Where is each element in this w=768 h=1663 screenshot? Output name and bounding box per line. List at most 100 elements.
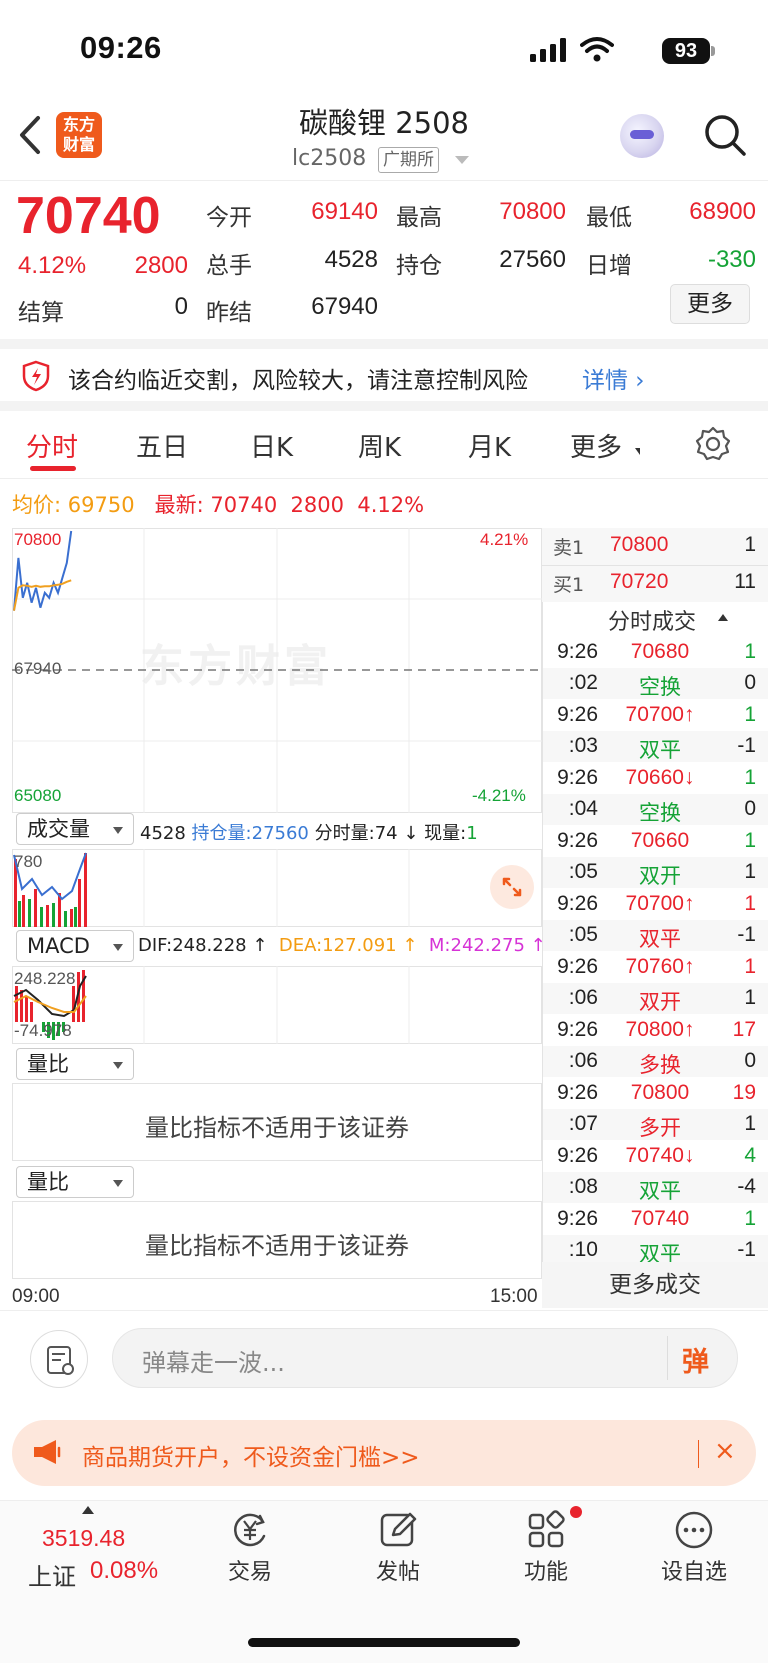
tick-time: 9:26 [557,1018,598,1041]
battery-indicator: 93 [662,38,710,64]
tab-more[interactable]: 更多 [570,427,622,464]
tick-price: 70700↑ [625,892,695,915]
tick-time: 9:26 [557,703,598,726]
settle-value: 0 [174,293,188,320]
expand-icon [502,877,522,897]
status-time: 09:26 [80,30,162,65]
nav-post[interactable]: 发帖 [358,1510,438,1586]
shield-warning-icon [22,360,50,392]
wifi-icon [580,37,614,62]
tick-seconds: :10 [568,1238,598,1261]
tick-price: 70800↑ [625,1018,695,1041]
open-interest-label: 持仓 [396,253,442,279]
index-change-pct[interactable]: 0.08% [90,1557,158,1585]
tick-seconds: :06 [568,1049,598,1072]
order-book-divider [542,565,768,566]
last-change: 2800 [290,493,344,517]
index-value[interactable]: 3519.48 [42,1525,125,1552]
y-axis-high: 70800 [14,530,62,549]
tab-daily-k[interactable]: 日K [250,427,293,464]
bid1-price: 70720 [610,570,669,593]
tick-volume: 19 [732,1081,756,1104]
time-axis-end: 15:00 [490,1286,538,1307]
nav-trade[interactable]: 交易 [210,1510,290,1586]
ratio-unavailable-text-1: 量比指标不适用于该证券 [145,1114,409,1142]
tick-time: 9:26 [557,892,598,915]
nav-trade-label: 交易 [227,1560,272,1585]
tick-kind: 双开 [639,991,681,1014]
header-divider [0,180,768,181]
signal-icon [530,38,566,62]
ticks-title[interactable]: 分时成交 [608,604,696,636]
nav-functions[interactable]: 功能 [506,1510,586,1586]
tick-volume: 1 [744,1207,756,1230]
macd-indicator-select[interactable]: MACD [16,930,134,962]
volume-axis-top: 780 [14,852,43,871]
tick-kind: 多开 [639,1117,681,1140]
tick-oi-delta: -1 [737,923,756,946]
last-price: 70740 [16,187,161,245]
oi-change-label: 日增 [586,253,632,279]
note-icon [47,1346,74,1375]
ratio-indicator-select-1[interactable]: 量比 [16,1048,134,1080]
search-icon[interactable] [702,112,748,158]
volume-indicator-select[interactable]: 成交量 [16,813,134,845]
back-arrow-icon[interactable] [16,112,46,158]
time-axis-start: 09:00 [12,1286,60,1307]
promo-close-button[interactable]: × [714,1436,736,1466]
tick-kind: 双平 [639,928,681,951]
high-label: 最高 [396,205,442,231]
tick-time: 9:26 [557,1207,598,1230]
expand-chart-button[interactable] [490,865,534,909]
tick-kind: 多换 [639,1054,681,1077]
tab-intraday[interactable]: 分时 [26,427,78,464]
comment-list-button[interactable] [30,1330,88,1388]
tick-volume: 1 [744,892,756,915]
open-interest-value: 27560 [499,246,566,273]
nav-post-label: 发帖 [375,1560,420,1585]
tab-monthly-k[interactable]: 月K [468,427,511,464]
contract-dropdown-icon[interactable] [455,156,469,164]
volume-bars-svg [13,849,410,927]
tab-active-indicator [30,466,76,471]
battery-tip [711,46,715,56]
nav-add-watchlist[interactable]: 设自选 [654,1510,734,1586]
ratio-indicator-select-2[interactable]: 量比 [16,1166,134,1198]
tick-oi-delta: 1 [744,986,756,1009]
home-indicator [248,1638,520,1647]
tick-price: 70760↑ [625,955,695,978]
ask1-volume: 1 [744,533,756,556]
tick-price: 70680 [630,640,690,663]
volume-readout: 4528 持仓量:27560 分时量:74 ↓ 现量:1 [140,823,478,844]
tick-kind: 空换 [639,802,681,825]
nav-functions-label: 功能 [523,1560,568,1585]
index-up-icon [82,1506,94,1514]
grid-icon [528,1510,565,1548]
macd-svg [13,966,410,1044]
danmaku-placeholder: 弹幕走一波... [142,1349,285,1377]
avg-price-line: 均价: 69750 最新: 70740 2800 4.12% [12,489,424,519]
assistant-robot-icon[interactable] [620,114,664,158]
risk-detail-link[interactable]: 详情 › [582,361,645,395]
tick-oi-delta: -1 [737,734,756,757]
tick-volume: 1 [744,829,756,852]
gear-icon[interactable] [695,426,731,462]
last-value: 70740 [210,493,278,517]
tick-price: 70740↓ [625,1144,695,1167]
more-quote-button[interactable]: 更多 [670,284,750,324]
y-axis-low-pct: -4.21% [472,786,526,805]
tab-five-day[interactable]: 五日 [136,427,188,464]
tabs-divider [0,478,768,479]
tick-volume: 1 [744,955,756,978]
more-trades-button[interactable]: 更多成交 [542,1262,768,1308]
index-name[interactable]: 上证 [28,1557,76,1592]
promo-text[interactable]: 商品期货开户，不设资金门槛>> [82,1438,420,1472]
danmaku-send-button[interactable]: 弹 [682,1340,709,1379]
tick-oi-delta: -4 [737,1175,756,1198]
ticks-sort-icon [718,614,728,621]
settle-label: 结算 [18,300,64,326]
contract-code: lc2508 [292,146,367,171]
volume-label: 总手 [206,253,252,279]
tab-weekly-k[interactable]: 周K [358,427,401,464]
macd-axis-bottom: -74.978 [14,1021,72,1040]
